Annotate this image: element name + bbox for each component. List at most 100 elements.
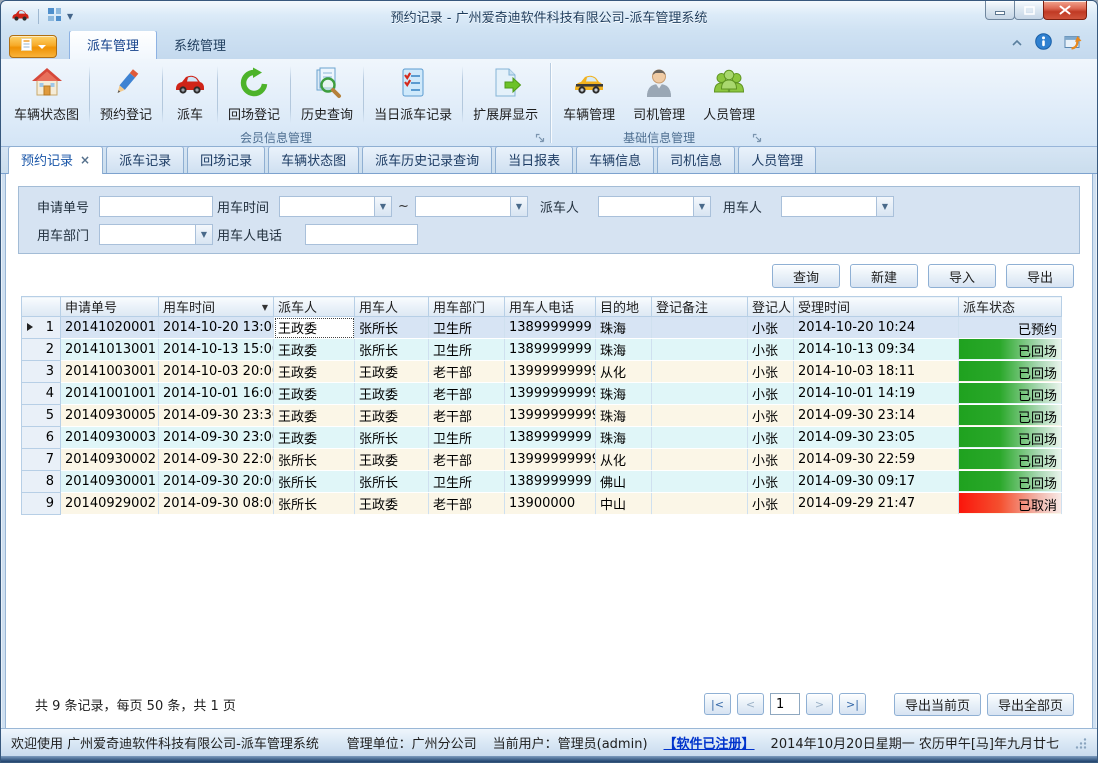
cell-order_no: 20140930002 xyxy=(61,449,159,471)
ribbon-group: 车辆管理司机管理人员管理基础信息管理 xyxy=(552,60,766,146)
ribbon-button-checklist[interactable]: 当日派车记录 xyxy=(365,61,461,128)
record-summary: 共 9 条记录，每页 50 条，共 1 页 xyxy=(35,695,236,714)
column-header-use_time[interactable]: 用车时间▼ xyxy=(159,297,274,317)
table-row[interactable]: 3201410030012014-10-03 20:00王政委王政委老干部139… xyxy=(22,361,1062,383)
table-row[interactable]: 9201409290022014-09-30 08:00张所长王政委老干部139… xyxy=(22,493,1062,515)
column-header-user[interactable]: 用车人 xyxy=(355,297,429,317)
row-indicator[interactable]: 8 xyxy=(22,471,61,493)
ribbon-button-people[interactable]: 人员管理 xyxy=(694,61,764,128)
use-time-from-combo[interactable]: ▼ xyxy=(279,196,392,217)
ribbon-button-red-car[interactable]: 派车 xyxy=(164,61,216,128)
cell-destination: 珠海 xyxy=(596,427,652,449)
ribbon-button-refresh[interactable]: 回场登记 xyxy=(219,61,289,128)
doc-tab-6[interactable]: 当日报表 xyxy=(495,146,573,173)
ribbon-button-home[interactable]: 车辆状态图 xyxy=(5,61,88,128)
table-row[interactable]: 1201410200012014-10-20 13:00王政委张所长卫生所138… xyxy=(22,317,1062,339)
new-button[interactable]: 新建 xyxy=(850,264,918,288)
column-header-dept[interactable]: 用车部门 xyxy=(429,297,505,317)
row-indicator[interactable]: 5 xyxy=(22,405,61,427)
table-row[interactable]: 6201409300032014-09-30 23:00王政委张所长卫生所138… xyxy=(22,427,1062,449)
minimize-button[interactable] xyxy=(985,1,1015,20)
column-header-destination[interactable]: 目的地 xyxy=(596,297,652,317)
dept-label: 用车部门 xyxy=(37,225,99,244)
import-button[interactable]: 导入 xyxy=(928,264,996,288)
table-row[interactable]: 2201410130012014-10-13 15:00王政委张所长卫生所138… xyxy=(22,339,1062,361)
ribbon-button-taxi[interactable]: 车辆管理 xyxy=(554,61,624,128)
phone-input[interactable] xyxy=(305,224,418,245)
cell-use_time: 2014-10-01 16:00 xyxy=(159,383,274,405)
prev-page-button[interactable]: < xyxy=(737,693,764,715)
first-page-button[interactable]: |< xyxy=(704,693,731,715)
next-page-button[interactable]: > xyxy=(806,693,833,715)
welcome-text: 欢迎使用 广州爱奇迪软件科技有限公司-派车管理系统 xyxy=(11,733,347,752)
export-all-pages-button[interactable]: 导出全部页 xyxy=(987,693,1074,716)
use-time-to-combo[interactable]: ▼ xyxy=(415,196,528,217)
skin-icon[interactable] xyxy=(1064,34,1083,54)
row-indicator[interactable]: 9 xyxy=(22,493,61,515)
column-header-remark[interactable]: 登记备注 xyxy=(652,297,748,317)
resize-grip[interactable] xyxy=(1075,737,1087,749)
close-button[interactable] xyxy=(1043,1,1087,20)
export-button[interactable]: 导出 xyxy=(1006,264,1074,288)
chevron-down-icon[interactable]: ▼ xyxy=(67,12,73,21)
ribbon-button-driver[interactable]: 司机管理 xyxy=(624,61,694,128)
dept-combo[interactable]: ▼ xyxy=(99,224,213,245)
layout-icon[interactable] xyxy=(47,7,62,26)
dialog-launcher-icon[interactable] xyxy=(752,133,762,143)
column-header-status[interactable]: 派车状态 xyxy=(959,297,1062,317)
dialog-launcher-icon[interactable] xyxy=(535,133,545,143)
cell-order_no: 20140929002 xyxy=(61,493,159,515)
doc-tab-3[interactable]: 回场记录 xyxy=(187,146,265,173)
doc-tab-7[interactable]: 车辆信息 xyxy=(576,146,654,173)
doc-tab-5[interactable]: 派车历史记录查询 xyxy=(362,146,492,173)
ribbon-tab-dispatch[interactable]: 派车管理 xyxy=(69,30,157,59)
column-header-dispatcher[interactable]: 派车人 xyxy=(274,297,355,317)
column-header-registrar[interactable]: 登记人 xyxy=(748,297,794,317)
column-header-accept_time[interactable]: 受理时间 xyxy=(794,297,959,317)
dispatcher-combo[interactable]: ▼ xyxy=(598,196,711,217)
last-page-button[interactable]: >| xyxy=(839,693,866,715)
doc-tab-8[interactable]: 司机信息 xyxy=(657,146,735,173)
table-row[interactable]: 8201409300012014-09-30 20:00张所长张所长卫生所138… xyxy=(22,471,1062,493)
column-header-num[interactable] xyxy=(22,297,61,317)
cell-registrar: 小张 xyxy=(748,493,794,515)
order-no-label: 申请单号 xyxy=(37,197,99,216)
ribbon-button-doc-search[interactable]: 历史查询 xyxy=(292,61,362,128)
row-indicator[interactable]: 4 xyxy=(22,383,61,405)
table-row[interactable]: 5201409300052014-09-30 23:30王政委王政委老干部139… xyxy=(22,405,1062,427)
registered-link[interactable]: 【软件已注册】 xyxy=(664,733,755,752)
status-cell: 已回场 xyxy=(959,449,1062,471)
row-indicator[interactable]: 3 xyxy=(22,361,61,383)
ribbon-button-pencil[interactable]: 预约登记 xyxy=(91,61,161,128)
ribbon-button-doc-export[interactable]: 扩展屏显示 xyxy=(464,61,547,128)
application-menu-button[interactable] xyxy=(9,35,57,58)
maximize-button[interactable] xyxy=(1014,1,1044,20)
page-number-input[interactable] xyxy=(770,693,800,715)
table-row[interactable]: 7201409300022014-09-30 22:00张所长王政委老干部139… xyxy=(22,449,1062,471)
user-combo[interactable]: ▼ xyxy=(781,196,894,217)
export-current-page-button[interactable]: 导出当前页 xyxy=(894,693,981,716)
header-filter-icon[interactable]: ▼ xyxy=(262,303,268,312)
order-no-input[interactable] xyxy=(99,196,213,217)
row-indicator[interactable]: 7 xyxy=(22,449,61,471)
doc-tab-2[interactable]: 派车记录 xyxy=(106,146,184,173)
table-row[interactable]: 4201410010012014-10-01 16:00王政委王政委老干部139… xyxy=(22,383,1062,405)
row-indicator[interactable]: 1 xyxy=(22,317,61,339)
doc-search-icon xyxy=(310,66,344,100)
people-icon xyxy=(712,66,746,100)
status-text: 已取消 xyxy=(959,493,1061,514)
collapse-ribbon-icon[interactable] xyxy=(1011,36,1023,51)
row-indicator[interactable]: 2 xyxy=(22,339,61,361)
close-tab-icon[interactable]: × xyxy=(80,154,90,166)
doc-tab-4[interactable]: 车辆状态图 xyxy=(268,146,359,173)
cell-accept_time: 2014-09-30 09:17 xyxy=(794,471,959,493)
query-button[interactable]: 查询 xyxy=(772,264,840,288)
doc-tab-label: 预约记录 xyxy=(21,150,73,169)
column-header-order_no[interactable]: 申请单号 xyxy=(61,297,159,317)
doc-tab-9[interactable]: 人员管理 xyxy=(738,146,816,173)
info-icon[interactable] xyxy=(1035,33,1052,54)
doc-tab-1[interactable]: 预约记录 × xyxy=(8,146,103,174)
column-header-phone[interactable]: 用车人电话 xyxy=(505,297,596,317)
ribbon-tab-system[interactable]: 系统管理 xyxy=(157,31,243,59)
row-indicator[interactable]: 6 xyxy=(22,427,61,449)
